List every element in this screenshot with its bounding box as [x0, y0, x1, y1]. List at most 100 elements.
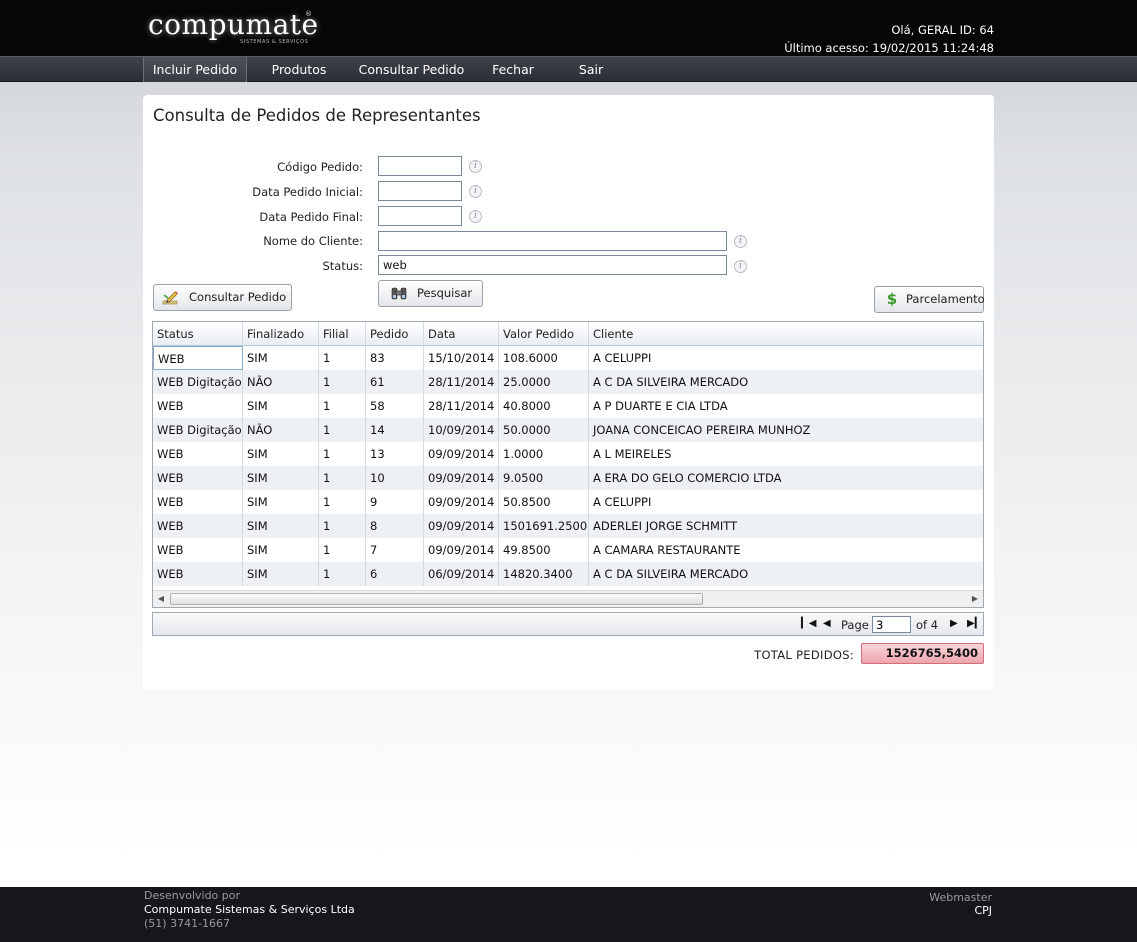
pesquisar-button[interactable]: Pesquisar: [378, 280, 483, 307]
cell-pedido[interactable]: 7: [366, 538, 424, 562]
cell-status[interactable]: WEB: [153, 514, 243, 538]
data-pedido-inicial-info-icon[interactable]: i: [469, 185, 482, 198]
cell-finalizado[interactable]: SIM: [243, 466, 319, 490]
table-row[interactable]: WEB SIM 1 10 09/09/2014 9.0500 A ERA DO GELO C…: [153, 466, 983, 490]
cell-filial[interactable]: 1: [319, 562, 366, 586]
cell-pedido[interactable]: 58: [366, 394, 424, 418]
cell-filial[interactable]: 1: [319, 466, 366, 490]
cell-valor-pedido[interactable]: 1501691.2500: [499, 514, 589, 538]
page-number-input[interactable]: [872, 616, 911, 633]
column-header-data[interactable]: Data: [424, 322, 499, 346]
cell-data[interactable]: 28/11/2014: [424, 394, 499, 418]
cell-valor-pedido[interactable]: 1.0000: [499, 442, 589, 466]
cell-finalizado[interactable]: SIM: [243, 538, 319, 562]
cell-data[interactable]: 09/09/2014: [424, 538, 499, 562]
cell-status[interactable]: WEB: [153, 346, 243, 370]
codigo-pedido-info-icon[interactable]: i: [469, 160, 482, 173]
last-page-icon[interactable]: ▶▎: [967, 617, 982, 631]
cell-finalizado[interactable]: SIM: [243, 394, 319, 418]
cell-filial[interactable]: 1: [319, 370, 366, 394]
column-header-finalizado[interactable]: Finalizado: [243, 322, 319, 346]
cell-cliente[interactable]: JOANA CONCEICAO PEREIRA MUNHOZ: [589, 418, 983, 442]
cell-filial[interactable]: 1: [319, 490, 366, 514]
cell-cliente[interactable]: ADERLEI JORGE SCHMITT: [589, 514, 983, 538]
cell-data[interactable]: 09/09/2014: [424, 514, 499, 538]
cell-status[interactable]: WEB: [153, 562, 243, 586]
cell-cliente[interactable]: A CELUPPI: [589, 346, 983, 370]
cell-cliente[interactable]: A L MEIRELES: [589, 442, 983, 466]
scroll-left-arrow-icon[interactable]: ◀: [153, 591, 169, 607]
table-row[interactable]: WEB SIM 1 58 28/11/2014 40.8000 A P DUARTE E C…: [153, 394, 983, 418]
nome-cliente-input[interactable]: [378, 231, 727, 251]
cell-valor-pedido[interactable]: 50.8500: [499, 490, 589, 514]
cell-data[interactable]: 28/11/2014: [424, 370, 499, 394]
cell-status[interactable]: WEB Digitação: [153, 418, 243, 442]
column-header-status[interactable]: Status: [153, 322, 243, 346]
cell-finalizado[interactable]: SIM: [243, 442, 319, 466]
cell-finalizado[interactable]: SIM: [243, 490, 319, 514]
column-header-pedido[interactable]: Pedido: [366, 322, 424, 346]
cell-valor-pedido[interactable]: 49.8500: [499, 538, 589, 562]
scroll-right-arrow-icon[interactable]: ▶: [967, 591, 983, 607]
table-row[interactable]: WEB Digitação NÃO 1 61 28/11/2014 25.0000 A C …: [153, 370, 983, 394]
cell-status[interactable]: WEB: [153, 442, 243, 466]
consultar-pedido-button[interactable]: Consultar Pedido: [153, 284, 292, 311]
cell-status[interactable]: WEB: [153, 490, 243, 514]
cell-pedido[interactable]: 13: [366, 442, 424, 466]
menu-item-fechar[interactable]: Fechar: [487, 57, 539, 82]
cell-cliente[interactable]: A CELUPPI: [589, 490, 983, 514]
cell-filial[interactable]: 1: [319, 538, 366, 562]
cell-status[interactable]: WEB: [153, 466, 243, 490]
cell-filial[interactable]: 1: [319, 442, 366, 466]
cell-data[interactable]: 15/10/2014: [424, 346, 499, 370]
cell-filial[interactable]: 1: [319, 346, 366, 370]
compumate-logo[interactable]: compumate ® SISTEMAS & SERVIÇOS: [148, 8, 319, 45]
menu-item-consultar-pedido[interactable]: Consultar Pedido: [355, 57, 468, 82]
table-row[interactable]: WEB SIM 1 8 09/09/2014 1501691.2500 ADERLEI JO…: [153, 514, 983, 538]
cell-valor-pedido[interactable]: 25.0000: [499, 370, 589, 394]
table-row[interactable]: WEB SIM 1 83 15/10/2014 108.6000 A CELUPPI: [153, 346, 983, 370]
cell-data[interactable]: 10/09/2014: [424, 418, 499, 442]
next-page-icon[interactable]: ▶: [950, 617, 958, 631]
column-header-cliente[interactable]: Cliente: [589, 322, 983, 346]
menu-item-sair[interactable]: Sair: [572, 57, 610, 82]
cell-finalizado[interactable]: SIM: [243, 562, 319, 586]
codigo-pedido-input[interactable]: [378, 156, 462, 176]
cell-valor-pedido[interactable]: 9.0500: [499, 466, 589, 490]
cell-cliente[interactable]: A C DA SILVEIRA MERCADO: [589, 562, 983, 586]
first-page-icon[interactable]: ▎◀: [801, 617, 816, 631]
cell-pedido[interactable]: 9: [366, 490, 424, 514]
status-info-icon[interactable]: i: [734, 260, 747, 273]
cell-valor-pedido[interactable]: 108.6000: [499, 346, 589, 370]
cell-data[interactable]: 09/09/2014: [424, 490, 499, 514]
menu-item-incluir-pedido[interactable]: Incluir Pedido: [143, 57, 247, 82]
cell-pedido[interactable]: 10: [366, 466, 424, 490]
column-header-valor-pedido[interactable]: Valor Pedido: [499, 322, 589, 346]
cell-cliente[interactable]: A C DA SILVEIRA MERCADO: [589, 370, 983, 394]
cell-pedido[interactable]: 8: [366, 514, 424, 538]
table-row[interactable]: WEB SIM 1 7 09/09/2014 49.8500 A CAMARA RESTAU…: [153, 538, 983, 562]
cell-status[interactable]: WEB: [153, 538, 243, 562]
cell-cliente[interactable]: A ERA DO GELO COMERCIO LTDA: [589, 466, 983, 490]
cell-pedido[interactable]: 14: [366, 418, 424, 442]
horizontal-scrollbar[interactable]: ◀ ▶: [153, 590, 983, 607]
cell-pedido[interactable]: 6: [366, 562, 424, 586]
cell-filial[interactable]: 1: [319, 514, 366, 538]
cell-finalizado[interactable]: SIM: [243, 514, 319, 538]
cell-valor-pedido[interactable]: 14820.3400: [499, 562, 589, 586]
cell-cliente[interactable]: A P DUARTE E CIA LTDA: [589, 394, 983, 418]
table-row[interactable]: WEB SIM 1 6 06/09/2014 14820.3400 A C DA SILVE…: [153, 562, 983, 586]
cell-data[interactable]: 09/09/2014: [424, 442, 499, 466]
cell-status[interactable]: WEB: [153, 394, 243, 418]
prev-page-icon[interactable]: ◀: [823, 617, 831, 631]
table-row[interactable]: WEB Digitação NÃO 1 14 10/09/2014 50.0000 JOAN…: [153, 418, 983, 442]
cell-valor-pedido[interactable]: 50.0000: [499, 418, 589, 442]
cell-cliente[interactable]: A CAMARA RESTAURANTE: [589, 538, 983, 562]
column-header-filial[interactable]: Filial: [319, 322, 366, 346]
cell-status[interactable]: WEB Digitação: [153, 370, 243, 394]
nome-cliente-info-icon[interactable]: i: [734, 235, 747, 248]
table-row[interactable]: WEB SIM 1 9 09/09/2014 50.8500 A CELUPPI: [153, 490, 983, 514]
status-input[interactable]: [378, 255, 727, 275]
cell-valor-pedido[interactable]: 40.8000: [499, 394, 589, 418]
cell-data[interactable]: 09/09/2014: [424, 466, 499, 490]
